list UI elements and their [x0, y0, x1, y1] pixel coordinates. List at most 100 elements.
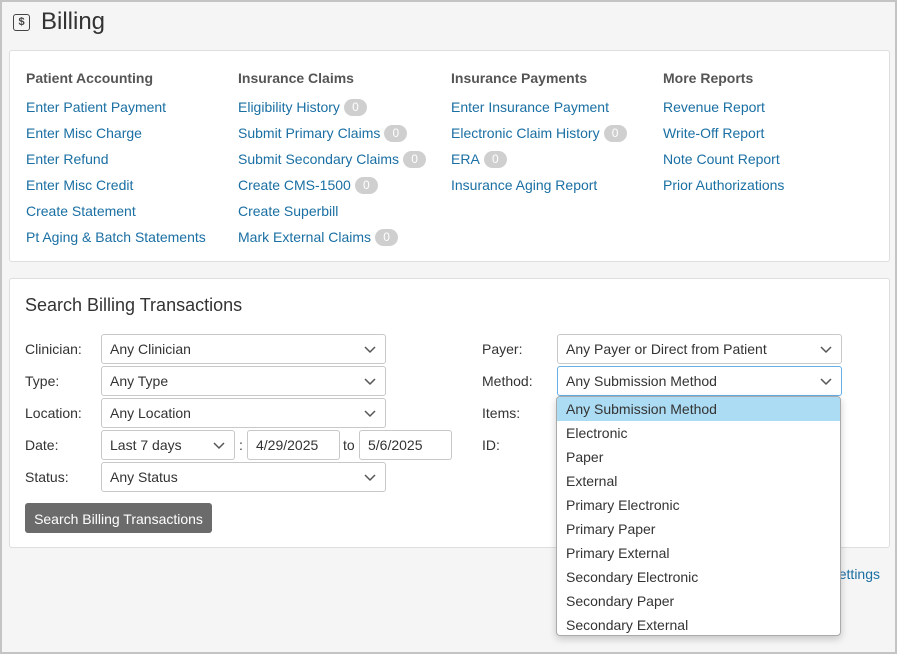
chevron-down-icon	[364, 378, 376, 386]
count-badge: 0	[375, 228, 399, 246]
search-title: Search Billing Transactions	[25, 295, 243, 315]
clinician-select[interactable]: Any Clinician	[101, 334, 386, 364]
billing-link[interactable]: Mark External Claims	[238, 227, 371, 247]
status-label: Status:	[25, 469, 69, 485]
column-heading: Insurance Payments	[451, 70, 588, 86]
method-option[interactable]: Paper	[557, 445, 840, 469]
billing-link[interactable]: ERA	[451, 149, 480, 169]
column-patient-accounting: Patient Accounting Enter Patient Payment E…	[26, 68, 206, 250]
type-label: Type:	[25, 373, 60, 389]
link-row: Electronic Claim History 0	[451, 120, 627, 146]
billing-link[interactable]: Enter Insurance Payment	[451, 97, 609, 117]
link-row: Pt Aging & Batch Statements	[26, 224, 206, 250]
link-row: Insurance Aging Report	[451, 172, 627, 198]
count-badge: 0	[384, 124, 408, 142]
column-more-reports: More Reports Revenue Report Write-Off Repo…	[663, 68, 784, 198]
method-option[interactable]: Electronic	[557, 421, 840, 445]
billing-link[interactable]: Enter Misc Credit	[26, 175, 133, 195]
id-label: ID:	[482, 437, 500, 453]
column-insurance-payments: Insurance Payments Enter Insurance Paymen…	[451, 68, 627, 198]
link-row: Enter Misc Charge	[26, 120, 206, 146]
billing-link[interactable]: Create Superbill	[238, 201, 338, 221]
type-select[interactable]: Any Type	[101, 366, 386, 396]
link-row: Create Statement	[26, 198, 206, 224]
payer-select-value: Any Payer or Direct from Patient	[566, 341, 767, 357]
link-row: Enter Patient Payment	[26, 94, 206, 120]
link-row: Eligibility History 0	[238, 94, 426, 120]
chevron-down-icon	[213, 442, 225, 450]
date-to-input[interactable]: 5/6/2025	[359, 430, 452, 460]
status-select[interactable]: Any Status	[101, 462, 386, 492]
method-option[interactable]: Secondary Paper	[557, 589, 840, 613]
dollar-icon: $	[13, 13, 30, 31]
billing-link[interactable]: Prior Authorizations	[663, 175, 784, 195]
link-row: Enter Refund	[26, 146, 206, 172]
link-row: Submit Primary Claims 0	[238, 120, 426, 146]
date-colon: :	[239, 437, 243, 453]
location-select-value: Any Location	[110, 405, 191, 421]
link-row: Revenue Report	[663, 94, 784, 120]
date-to-value: 5/6/2025	[368, 437, 423, 453]
method-dropdown-list: Any Submission Method Electronic Paper Exte…	[556, 396, 841, 636]
billing-link[interactable]: Revenue Report	[663, 97, 765, 117]
billing-link[interactable]: Submit Secondary Claims	[238, 149, 399, 169]
column-heading: Patient Accounting	[26, 70, 154, 86]
payer-label: Payer:	[482, 341, 523, 357]
location-select[interactable]: Any Location	[101, 398, 386, 428]
chevron-down-icon	[364, 474, 376, 482]
chevron-down-icon	[820, 346, 832, 354]
link-row: Note Count Report	[663, 146, 784, 172]
billing-links-panel: Patient Accounting Enter Patient Payment E…	[9, 50, 890, 262]
search-billing-button[interactable]: Search Billing Transactions	[25, 503, 212, 533]
settings-link-label: ettings	[840, 566, 880, 582]
billing-link[interactable]: Pt Aging & Batch Statements	[26, 227, 206, 247]
link-row: ERA 0	[451, 146, 627, 172]
date-to-label: to	[343, 437, 355, 453]
method-option[interactable]: Any Submission Method	[557, 397, 840, 421]
method-option[interactable]: Secondary Electronic	[557, 565, 840, 589]
count-badge: 0	[354, 176, 378, 194]
link-row: Create Superbill	[238, 198, 426, 224]
billing-link[interactable]: Create CMS-1500	[238, 175, 351, 195]
column-heading: Insurance Claims	[238, 70, 354, 86]
method-select[interactable]: Any Submission Method	[557, 366, 842, 396]
method-label: Method:	[482, 373, 533, 389]
count-badge: 0	[483, 150, 507, 168]
date-from-value: 4/29/2025	[256, 437, 319, 453]
page-header: $ Billing	[13, 8, 105, 36]
method-option[interactable]: Primary Paper	[557, 517, 840, 541]
method-select-value: Any Submission Method	[566, 373, 717, 389]
date-range-select[interactable]: Last 7 days	[101, 430, 235, 460]
status-select-value: Any Status	[110, 469, 178, 485]
chevron-down-icon	[364, 346, 376, 354]
chevron-down-icon	[820, 378, 832, 386]
link-row: Enter Insurance Payment	[451, 94, 627, 120]
date-from-input[interactable]: 4/29/2025	[247, 430, 340, 460]
billing-link[interactable]: Write-Off Report	[663, 123, 764, 143]
billing-link[interactable]: Insurance Aging Report	[451, 175, 597, 195]
link-row: Submit Secondary Claims 0	[238, 146, 427, 172]
billing-link[interactable]: Enter Misc Charge	[26, 123, 142, 143]
method-option[interactable]: Secondary External	[557, 613, 840, 635]
clinician-select-value: Any Clinician	[110, 341, 191, 357]
method-option[interactable]: Primary Electronic	[557, 493, 840, 517]
billing-link[interactable]: Create Statement	[26, 201, 136, 221]
billing-link[interactable]: Submit Primary Claims	[238, 123, 380, 143]
count-badge: 0	[403, 150, 427, 168]
billing-link[interactable]: Enter Refund	[26, 149, 109, 169]
billing-link[interactable]: Eligibility History	[238, 97, 340, 117]
location-label: Location:	[25, 405, 82, 421]
payer-select[interactable]: Any Payer or Direct from Patient	[557, 334, 842, 364]
billing-link[interactable]: Note Count Report	[663, 149, 780, 169]
column-insurance-claims: Insurance Claims Eligibility History 0 Subm…	[238, 68, 427, 250]
billing-link[interactable]: Electronic Claim History	[451, 123, 600, 143]
link-row: Enter Misc Credit	[26, 172, 206, 198]
method-option[interactable]: Primary External	[557, 541, 840, 565]
settings-link[interactable]: ettings	[840, 566, 880, 582]
method-option[interactable]: External	[557, 469, 840, 493]
billing-link[interactable]: Enter Patient Payment	[26, 97, 166, 117]
chevron-down-icon	[364, 410, 376, 418]
column-heading: More Reports	[663, 70, 754, 86]
date-label: Date:	[25, 437, 59, 453]
billing-page: $ Billing Patient Accounting Enter Patien…	[0, 0, 897, 654]
